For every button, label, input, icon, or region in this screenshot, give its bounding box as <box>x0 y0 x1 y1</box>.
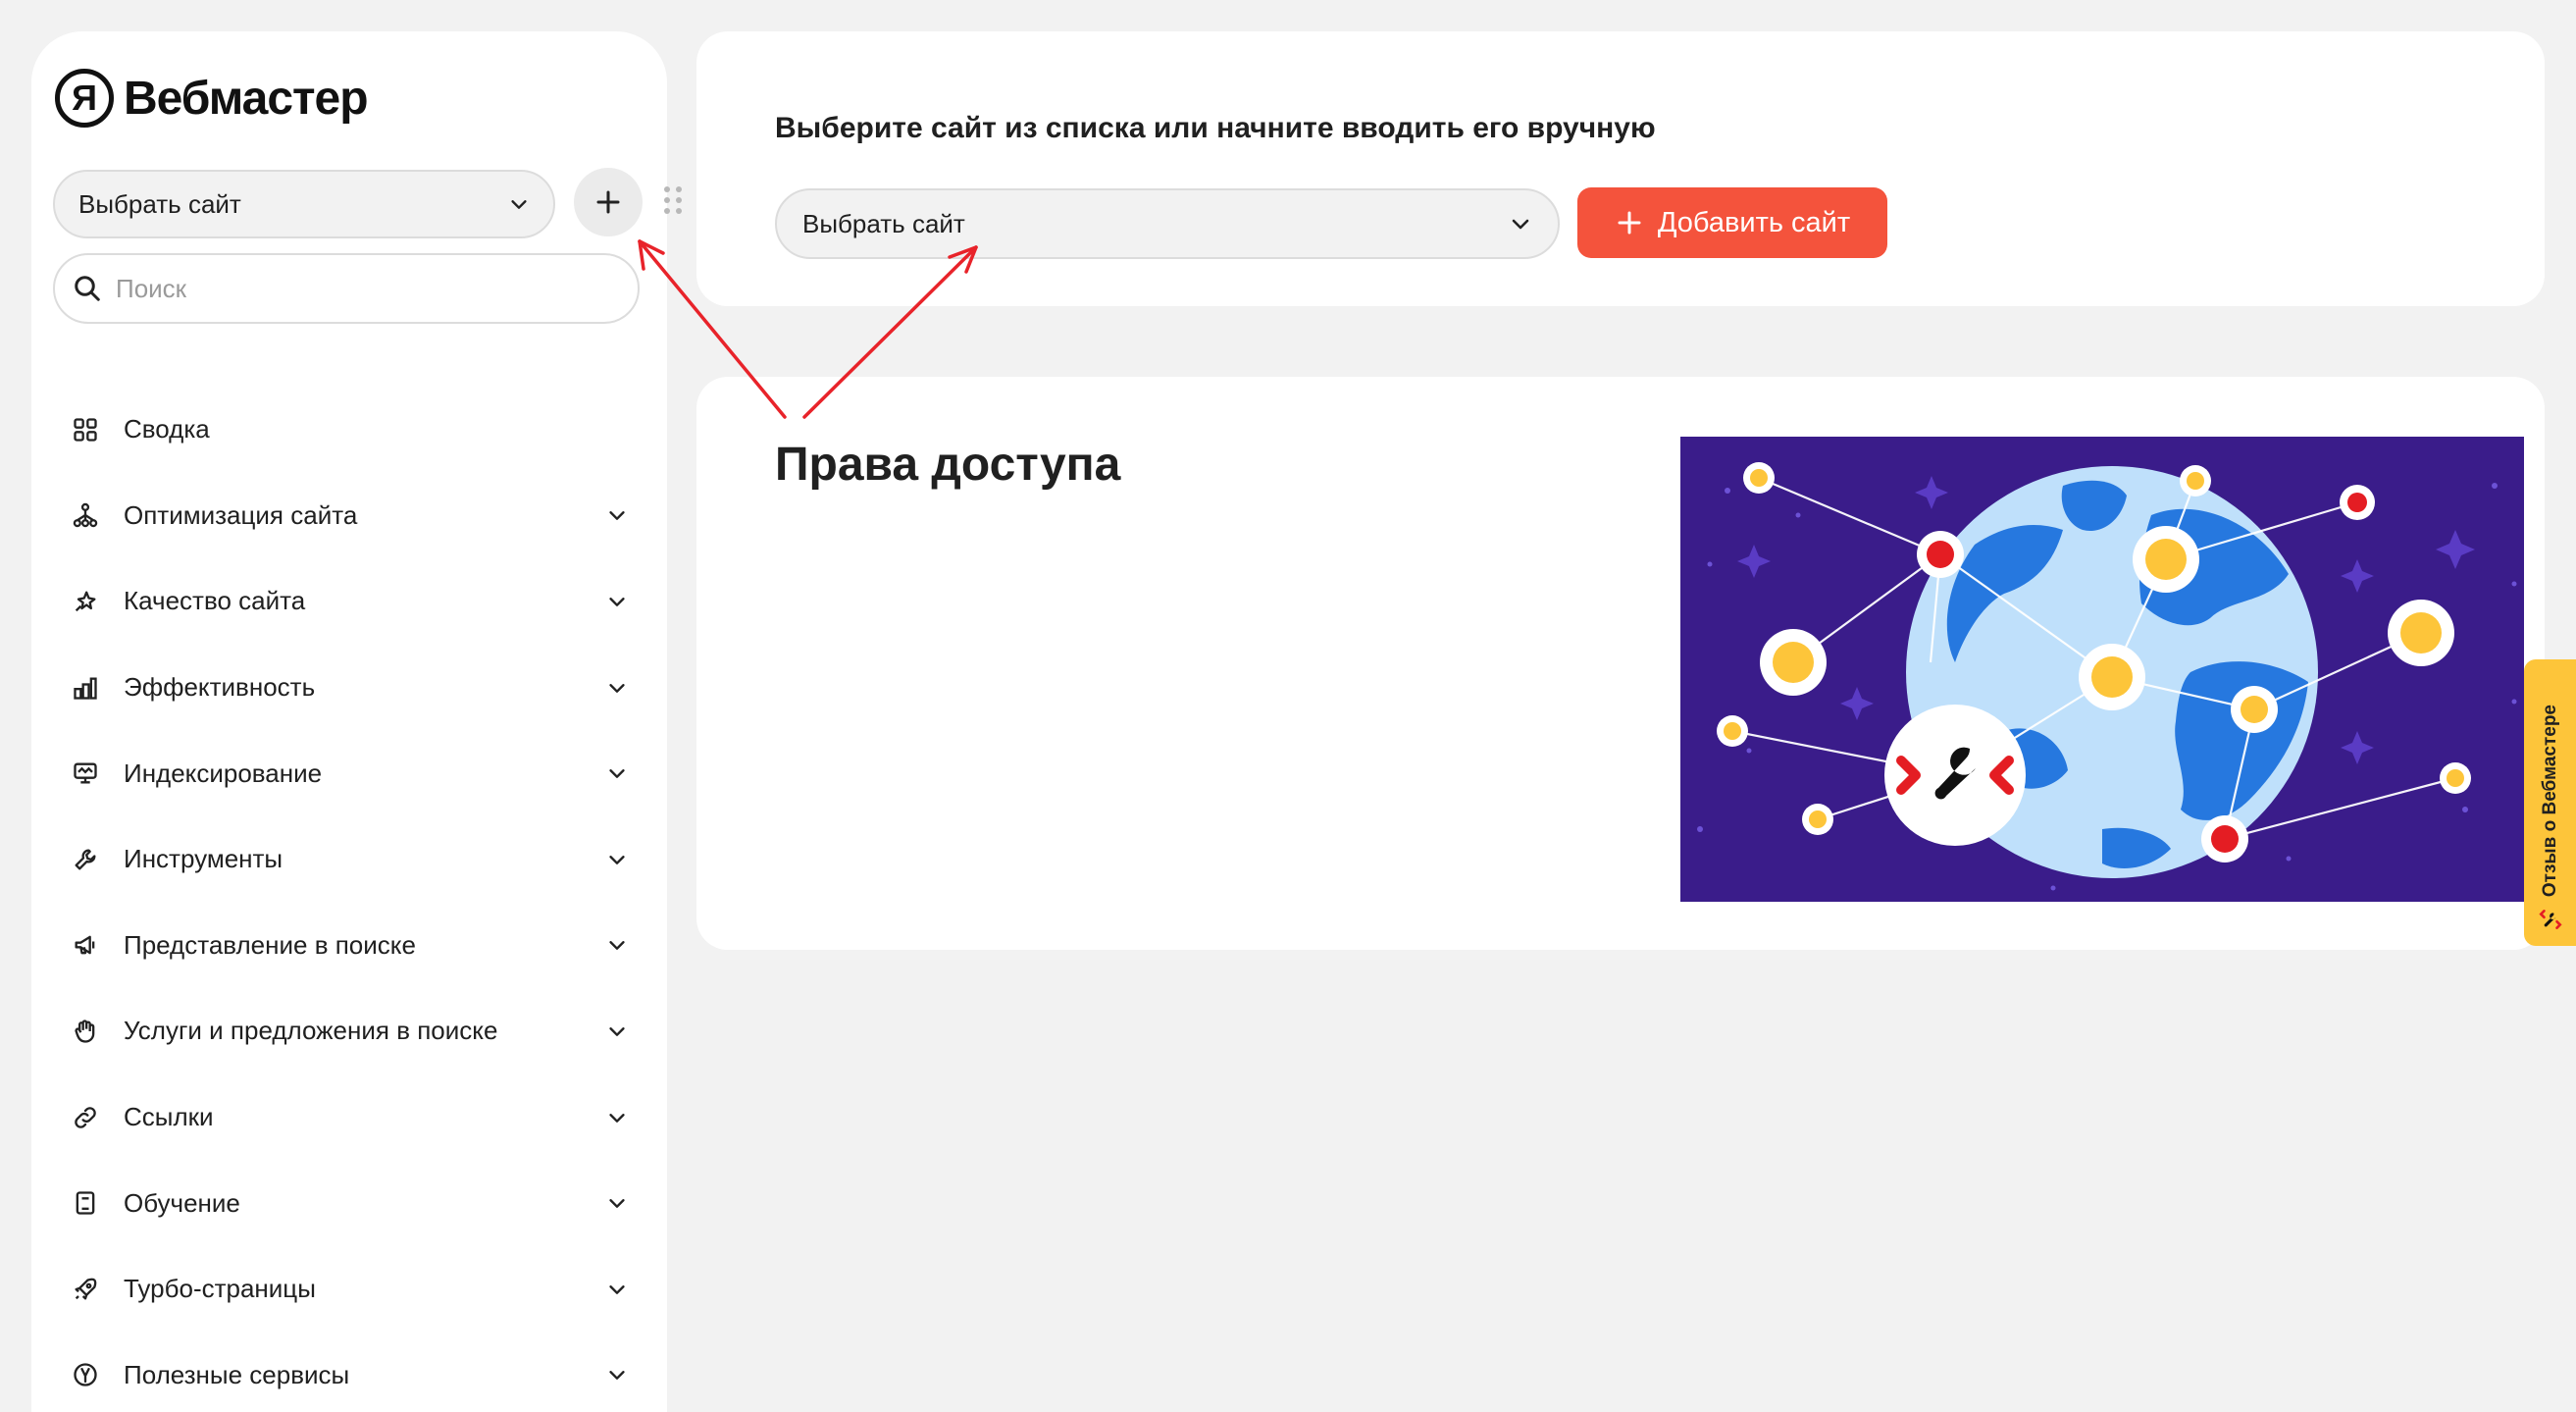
hand-icon <box>69 1015 102 1048</box>
site-picker-card: Выберите сайт из списка или начните ввод… <box>696 31 2545 306</box>
sidebar-nav: Сводка Оптимизация сайта Качество сайта Эфф… <box>31 387 667 1412</box>
sidebar-item-label: Качество сайта <box>124 586 306 616</box>
wrench-icon <box>69 843 102 876</box>
sidebar-item-label: Индексирование <box>124 758 323 788</box>
feedback-tab[interactable]: Отзыв о Вебмастере <box>2524 659 2576 946</box>
sidebar-item-wrench[interactable]: Инструменты <box>31 816 667 903</box>
plus-icon <box>1618 211 1641 235</box>
site-select-dropdown[interactable]: Выбрать сайт <box>775 188 1560 259</box>
chevron-down-icon[interactable] <box>606 504 628 526</box>
site-select-value: Выбрать сайт <box>802 208 965 238</box>
sidebar-item-label: Обучение <box>124 1187 240 1218</box>
wrench-code-icon <box>2538 910 2562 929</box>
sidebar-resize-handle[interactable] <box>664 186 682 214</box>
chevron-down-icon[interactable] <box>606 849 628 870</box>
chevron-down-icon <box>1509 212 1532 235</box>
sidebar-item-book[interactable]: Обучение <box>31 1160 667 1246</box>
sidebar-item-label: Полезные сервисы <box>124 1359 350 1389</box>
sidebar-item-monitor[interactable]: Индексирование <box>31 730 667 816</box>
sidebar-item-link[interactable]: Ссылки <box>31 1074 667 1161</box>
add-site-label: Добавить сайт <box>1657 206 1851 238</box>
sidebar-item-label: Услуги и предложения в поиске <box>124 1016 498 1046</box>
sidebar-item-rocket[interactable]: Турбо-страницы <box>31 1246 667 1333</box>
sidebar-item-yandex-circle[interactable]: Полезные сервисы <box>31 1333 667 1412</box>
sidebar-item-label: Эффективность <box>124 672 316 703</box>
sidebar-item-sitemap[interactable]: Оптимизация сайта <box>31 473 667 559</box>
logo-text: Вебмастер <box>124 72 369 125</box>
webmaster-page: Я Вебмастер Выбрать сайт Сводка Оптимизац… <box>0 0 2576 1412</box>
globe-network-illustration <box>1680 437 2524 902</box>
book-icon <box>69 1186 102 1220</box>
monitor-icon <box>69 757 102 790</box>
sidebar-site-select-value: Выбрать сайт <box>78 188 241 219</box>
chevron-down-icon[interactable] <box>606 1279 628 1300</box>
sidebar-item-sparkle-star[interactable]: Качество сайта <box>31 558 667 645</box>
chevron-down-icon[interactable] <box>606 1192 628 1214</box>
sidebar-item-bar-chart[interactable]: Эффективность <box>31 645 667 731</box>
chevron-down-icon <box>508 193 530 215</box>
search-icon <box>75 276 100 301</box>
sidebar-item-label: Инструменты <box>124 844 283 874</box>
access-rights-card: Права доступа <box>696 377 2545 950</box>
rocket-icon <box>69 1273 102 1306</box>
yandex-circle-icon <box>69 1358 102 1391</box>
chevron-down-icon[interactable] <box>606 1107 628 1128</box>
link-icon <box>69 1101 102 1134</box>
chevron-down-icon[interactable] <box>606 934 628 956</box>
search-input[interactable] <box>114 272 608 305</box>
megaphone-icon <box>69 928 102 962</box>
feedback-label: Отзыв о Вебмастере <box>2539 704 2560 897</box>
sidebar-search[interactable] <box>53 253 640 324</box>
logo[interactable]: Я Вебмастер <box>55 69 369 128</box>
sidebar: Я Вебмастер Выбрать сайт Сводка Оптимизац… <box>31 31 667 1412</box>
bar-chart-icon <box>69 671 102 705</box>
sparkle-star-icon <box>69 585 102 618</box>
grid-icon <box>69 413 102 446</box>
plus-icon <box>596 190 620 214</box>
add-site-button[interactable]: Добавить сайт <box>1577 187 1887 258</box>
add-site-plus-button[interactable] <box>574 168 643 236</box>
chevron-down-icon[interactable] <box>606 1020 628 1042</box>
sidebar-item-hand[interactable]: Услуги и предложения в поиске <box>31 988 667 1074</box>
sidebar-item-label: Оптимизация сайта <box>124 499 358 530</box>
yandex-logo-icon: Я <box>55 69 114 128</box>
sidebar-item-label: Представление в поиске <box>124 929 416 960</box>
chevron-down-icon[interactable] <box>606 677 628 699</box>
chevron-down-icon[interactable] <box>606 1364 628 1386</box>
sidebar-item-megaphone[interactable]: Представление в поиске <box>31 903 667 989</box>
sidebar-item-label: Сводка <box>124 414 210 445</box>
sitemap-icon <box>69 498 102 532</box>
chevron-down-icon[interactable] <box>606 762 628 784</box>
sidebar-item-label: Ссылки <box>124 1102 214 1132</box>
sidebar-site-select[interactable]: Выбрать сайт <box>53 170 555 238</box>
sidebar-item-grid[interactable]: Сводка <box>31 387 667 473</box>
chevron-down-icon[interactable] <box>606 591 628 612</box>
sidebar-item-label: Турбо-страницы <box>124 1274 316 1304</box>
site-picker-title: Выберите сайт из списка или начните ввод… <box>775 112 1656 144</box>
page-title: Права доступа <box>775 439 1121 491</box>
